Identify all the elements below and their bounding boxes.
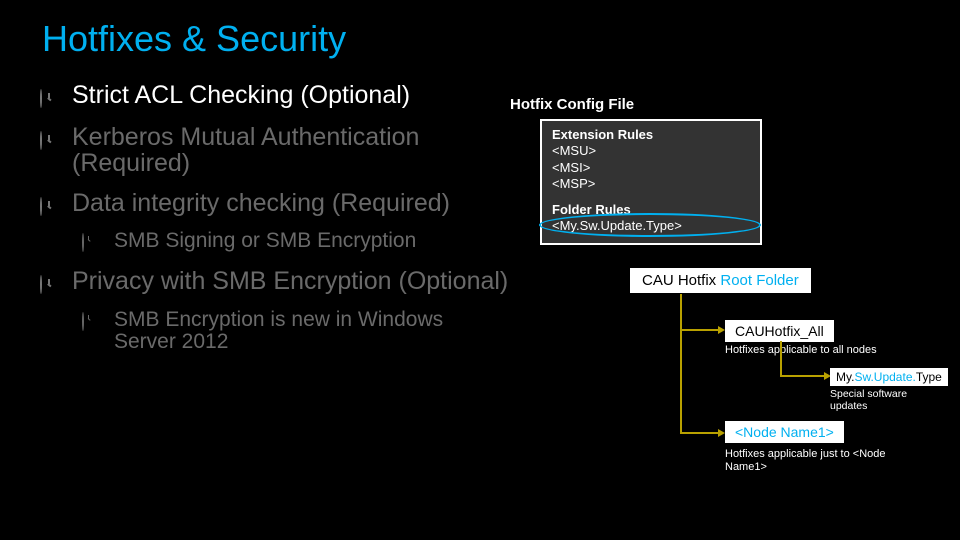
update-type-prefix: My. [836,370,854,384]
node-name-desc: Hotfixes applicable just to <Node Name1> [725,448,925,473]
extension-rule: <MSI> [552,160,750,176]
cauhotfix-all-desc: Hotfixes applicable to all nodes [725,344,905,357]
clock-icon [40,90,58,108]
update-type-desc: Special software updates [830,388,940,412]
update-type-mid: Sw.Update. [854,370,915,384]
clock-icon [40,132,58,150]
extension-rule: <MSU> [552,143,750,159]
bullet-list: Strict ACL Checking (Optional) Kerberos … [40,82,510,369]
sub-bullet-item: SMB Encryption is new in Windows Server … [82,309,510,353]
extension-rule: <MSP> [552,176,750,192]
bullet-item: Strict ACL Checking (Optional) [40,82,510,110]
clock-icon [82,313,100,327]
slide-title: Hotfixes & Security [0,0,960,60]
connector-line [680,294,682,434]
bullet-text: Kerberos Mutual Authentication (Required… [72,124,510,177]
root-folder-accent: Root Folder [720,272,798,289]
cauhotfix-all-box: CAUHotfix_All [725,320,834,342]
update-type-end: Type [916,370,942,384]
root-folder-box: CAU Hotfix Root Folder [630,268,811,293]
extension-rules-label: Extension Rules [552,127,750,143]
diagram: Hotfix Config File Extension Rules <MSU>… [510,96,950,245]
connector-line [780,341,782,376]
bullet-text: Privacy with SMB Encryption (Optional) [72,268,508,294]
highlight-ellipse [539,213,761,237]
clock-icon [40,276,58,294]
bullet-item: Data integrity checking (Required) [40,190,510,216]
clock-icon [40,198,58,216]
bullet-item: Privacy with SMB Encryption (Optional) [40,268,510,294]
node-name-box: <Node Name1> [725,421,844,443]
sub-bullet-item: SMB Signing or SMB Encryption [82,230,510,252]
bullet-text: Strict ACL Checking (Optional) [72,82,410,110]
sub-bullet-text: SMB Signing or SMB Encryption [114,230,416,252]
root-folder-text: CAU Hotfix [642,272,720,289]
bullet-item: Kerberos Mutual Authentication (Required… [40,124,510,177]
bullet-text: Data integrity checking (Required) [72,190,450,216]
connector-line [680,432,720,434]
arrow-icon [718,326,725,334]
connector-line [780,375,826,377]
clock-icon [82,234,100,248]
connector-line [680,329,720,331]
update-type-box: My.Sw.Update.Type [830,368,948,386]
sub-bullet-text: SMB Encryption is new in Windows Server … [114,309,510,353]
arrow-icon [718,429,725,437]
config-file-title: Hotfix Config File [510,96,950,113]
